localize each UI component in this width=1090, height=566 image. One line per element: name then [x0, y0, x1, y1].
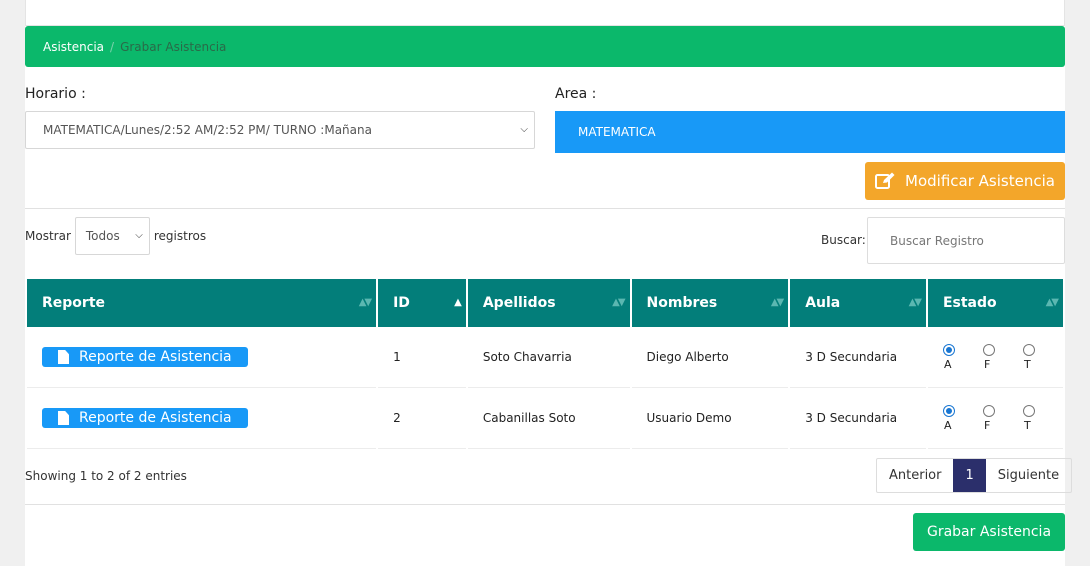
chevron-down-icon: ⌵: [520, 124, 528, 135]
cell-estado: A F T: [927, 388, 1063, 449]
column-header-id[interactable]: ID ▲: [378, 279, 466, 327]
radio-a[interactable]: [942, 404, 955, 417]
pagination-next[interactable]: Siguiente: [986, 459, 1071, 492]
search-placeholder: Buscar Registro: [890, 233, 984, 248]
pagination: Anterior 1 Siguiente: [876, 458, 1073, 493]
breadcrumb-parent[interactable]: Asistencia: [43, 40, 104, 54]
report-button-label: Reporte de Asistencia: [79, 410, 232, 426]
radio-a[interactable]: [942, 343, 955, 356]
cell-nombres: Diego Alberto: [631, 327, 789, 388]
radio-f[interactable]: [982, 404, 995, 417]
search-label: Buscar:: [821, 233, 866, 247]
chevron-down-icon: ⌵: [135, 230, 143, 241]
edit-icon: [875, 172, 895, 189]
attendance-table: Reporte ▲▼ ID ▲ Apellidos ▲▼ Nombres ▲▼ Aula…: [25, 279, 1065, 449]
sort-icon: ▲: [454, 297, 462, 308]
table-info: Showing 1 to 2 of 2 entries: [25, 469, 187, 483]
table-header-row: Reporte ▲▼ ID ▲ Apellidos ▲▼ Nombres ▲▼ Aula…: [27, 279, 1063, 327]
table-row: Reporte de Asistencia 2 Cabanillas Soto …: [27, 388, 1063, 449]
cell-estado: A F T: [927, 327, 1063, 388]
length-menu: Mostrar Todos ⌵ registros: [25, 217, 206, 255]
radio-label-f: F: [983, 418, 991, 432]
divider: [25, 208, 1065, 209]
column-header-nombres[interactable]: Nombres ▲▼: [631, 279, 789, 327]
radio-label-f: F: [983, 357, 991, 371]
modify-attendance-label: Modificar Asistencia: [905, 172, 1055, 190]
report-button-label: Reporte de Asistencia: [79, 349, 232, 365]
sort-icon: ▲▼: [358, 297, 372, 308]
radio-label-a: A: [943, 357, 952, 371]
column-header-estado[interactable]: Estado ▲▼: [927, 279, 1063, 327]
cell-apellidos: Soto Chavarria: [467, 327, 630, 388]
breadcrumb: Asistencia / Grabar Asistencia: [25, 26, 1065, 67]
cell-nombres: Usuario Demo: [631, 388, 789, 449]
column-header-aula[interactable]: Aula ▲▼: [790, 279, 926, 327]
report-button[interactable]: Reporte de Asistencia: [42, 347, 248, 367]
length-select[interactable]: Todos ⌵: [74, 217, 150, 255]
pagination-page-1[interactable]: 1: [953, 459, 986, 492]
horario-select-value: MATEMATICA/Lunes/2:52 AM/2:52 PM/ TURNO …: [43, 123, 372, 137]
area-value: MATEMATICA: [578, 125, 656, 139]
length-prefix: Mostrar: [25, 229, 71, 243]
sort-icon: ▲▼: [1045, 297, 1059, 308]
sort-icon: ▲▼: [770, 297, 784, 308]
length-select-value: Todos: [85, 229, 120, 243]
cell-apellidos: Cabanillas Soto: [467, 388, 630, 449]
breadcrumb-current: Grabar Asistencia: [120, 39, 227, 54]
save-attendance-label: Grabar Asistencia: [926, 524, 1052, 540]
horario-select[interactable]: MATEMATICA/Lunes/2:52 AM/2:52 PM/ TURNO …: [25, 111, 535, 149]
radio-t[interactable]: [1022, 404, 1035, 417]
column-header-apellidos[interactable]: Apellidos ▲▼: [467, 279, 630, 327]
sort-icon: ▲▼: [908, 297, 922, 308]
sort-icon: ▲▼: [612, 297, 625, 308]
save-attendance-button[interactable]: Grabar Asistencia: [913, 513, 1065, 551]
radio-label-t: T: [1023, 418, 1031, 432]
area-label: Area :: [555, 86, 597, 102]
length-suffix: registros: [153, 229, 207, 243]
radio-t[interactable]: [1022, 343, 1035, 356]
radio-label-a: A: [943, 418, 952, 432]
file-icon: [58, 411, 69, 425]
horario-label: Horario :: [25, 86, 86, 102]
modify-attendance-button[interactable]: Modificar Asistencia: [865, 162, 1065, 200]
pagination-prev[interactable]: Anterior: [877, 459, 953, 492]
report-button[interactable]: Reporte de Asistencia: [42, 408, 248, 428]
divider: [25, 504, 1065, 505]
column-header-reporte[interactable]: Reporte ▲▼: [27, 279, 377, 327]
area-field: MATEMATICA: [555, 111, 1065, 153]
breadcrumb-separator: /: [110, 39, 115, 54]
cell-aula: 3 D Secundaria: [790, 327, 926, 388]
radio-f[interactable]: [982, 343, 995, 356]
table-row: Reporte de Asistencia 1 Soto Chavarria D…: [27, 327, 1063, 388]
file-icon: [58, 350, 69, 364]
cell-aula: 3 D Secundaria: [790, 388, 926, 449]
cell-id: 2: [378, 388, 466, 449]
search-input[interactable]: Buscar Registro: [867, 217, 1065, 264]
top-card: [25, 0, 1065, 26]
radio-label-t: T: [1023, 357, 1031, 371]
cell-id: 1: [378, 327, 466, 388]
